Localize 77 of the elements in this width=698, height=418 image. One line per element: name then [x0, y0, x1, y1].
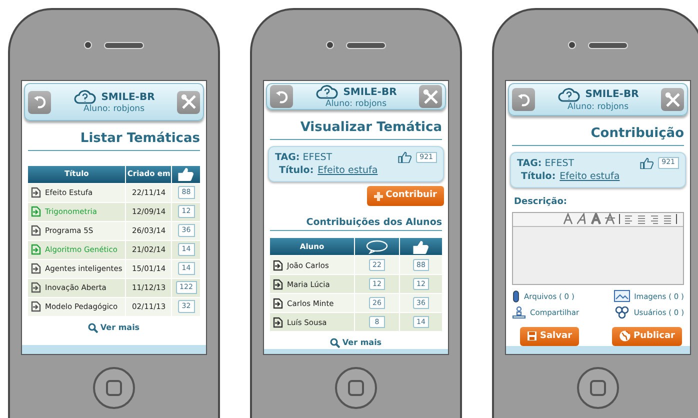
back-arrow-icon [274, 90, 288, 104]
description-label: Descrição: [514, 196, 568, 210]
justify-icon [663, 214, 672, 224]
document-arrow-icon [31, 225, 41, 236]
camera-dot [84, 41, 92, 49]
section-title: Contribuições dos Alunos [270, 216, 442, 232]
cloud-question-icon [557, 86, 582, 103]
document-arrow-icon [31, 282, 41, 293]
title-label: Título: [279, 164, 314, 178]
back-button[interactable] [270, 85, 293, 108]
align-left-icon [624, 214, 633, 224]
home-button[interactable] [577, 367, 619, 409]
speech-bubble-icon [366, 240, 388, 254]
screen-title: Listar Temáticas [28, 129, 200, 150]
align-right-icon [650, 214, 659, 224]
tools-icon [664, 92, 680, 108]
bold-style-icon [591, 213, 601, 226]
strikethrough-style-icon [605, 213, 615, 226]
back-arrow-icon [516, 92, 530, 107]
topic-link[interactable]: Efeito estufa [318, 164, 378, 178]
app-name: SMILE-BR [343, 86, 397, 98]
thumbs-up-icon [640, 157, 654, 170]
speaker-slot [104, 42, 144, 48]
search-icon [330, 338, 340, 348]
document-arrow-icon [273, 278, 283, 290]
document-arrow-icon [31, 244, 41, 255]
screen-title: Visualizar Temática [270, 118, 442, 140]
thumbs-up-icon [412, 240, 429, 254]
cloud-question-icon [73, 89, 98, 106]
document-arrow-icon [273, 316, 283, 328]
cloud-question-icon [315, 84, 340, 100]
outline-style-icon [563, 213, 573, 226]
camera-dot [568, 41, 576, 49]
thumbs-up-icon [398, 151, 412, 164]
thumbs-up-icon [178, 167, 194, 181]
title-label: Título: [521, 170, 556, 184]
document-arrow-icon [273, 298, 283, 309]
speaker-slot [588, 42, 628, 48]
app-name: SMILE-BR [585, 89, 639, 100]
paperclip-icon [512, 290, 520, 303]
tag-text: TAG: EFEST [517, 156, 574, 170]
document-arrow-icon [31, 301, 41, 312]
topic-link[interactable]: Efeito estufa [560, 170, 620, 184]
tools-icon [422, 88, 438, 105]
user-name: Aluno: robjons [84, 105, 144, 115]
tag-text: TAG: EFEST [275, 150, 332, 164]
save-button[interactable]: Salvar [520, 326, 580, 346]
settings-button[interactable] [661, 88, 684, 112]
speaker-slot [346, 42, 386, 48]
tools-icon [180, 94, 196, 110]
user-name: Aluno: robjons [568, 102, 628, 112]
home-button[interactable] [335, 367, 377, 409]
camera-dot [326, 41, 334, 49]
italic-style-icon [577, 213, 587, 226]
screen-title: Contribuição [512, 124, 684, 146]
search-icon [88, 322, 98, 332]
image-icon [614, 290, 630, 302]
see-more-link[interactable]: Ver mais [330, 337, 382, 350]
home-button[interactable] [93, 367, 135, 409]
text-editor[interactable] [512, 212, 684, 285]
globe-icon [618, 330, 631, 342]
person-share-icon [512, 306, 526, 319]
document-arrow-icon [31, 187, 41, 198]
back-button[interactable] [512, 88, 535, 112]
document-arrow-icon [273, 260, 283, 271]
settings-button[interactable] [177, 90, 200, 114]
document-arrow-icon [31, 206, 41, 217]
see-more-link[interactable]: Ver mais [88, 322, 140, 334]
document-arrow-icon [31, 263, 41, 274]
app-name: SMILE-BR [101, 92, 155, 103]
users-icon [614, 306, 630, 319]
user-name: Aluno: robjons [326, 100, 386, 110]
plus-icon [374, 192, 383, 201]
settings-button[interactable] [419, 85, 442, 108]
align-center-icon [637, 214, 646, 224]
back-button[interactable] [28, 90, 51, 114]
back-arrow-icon [32, 95, 46, 109]
